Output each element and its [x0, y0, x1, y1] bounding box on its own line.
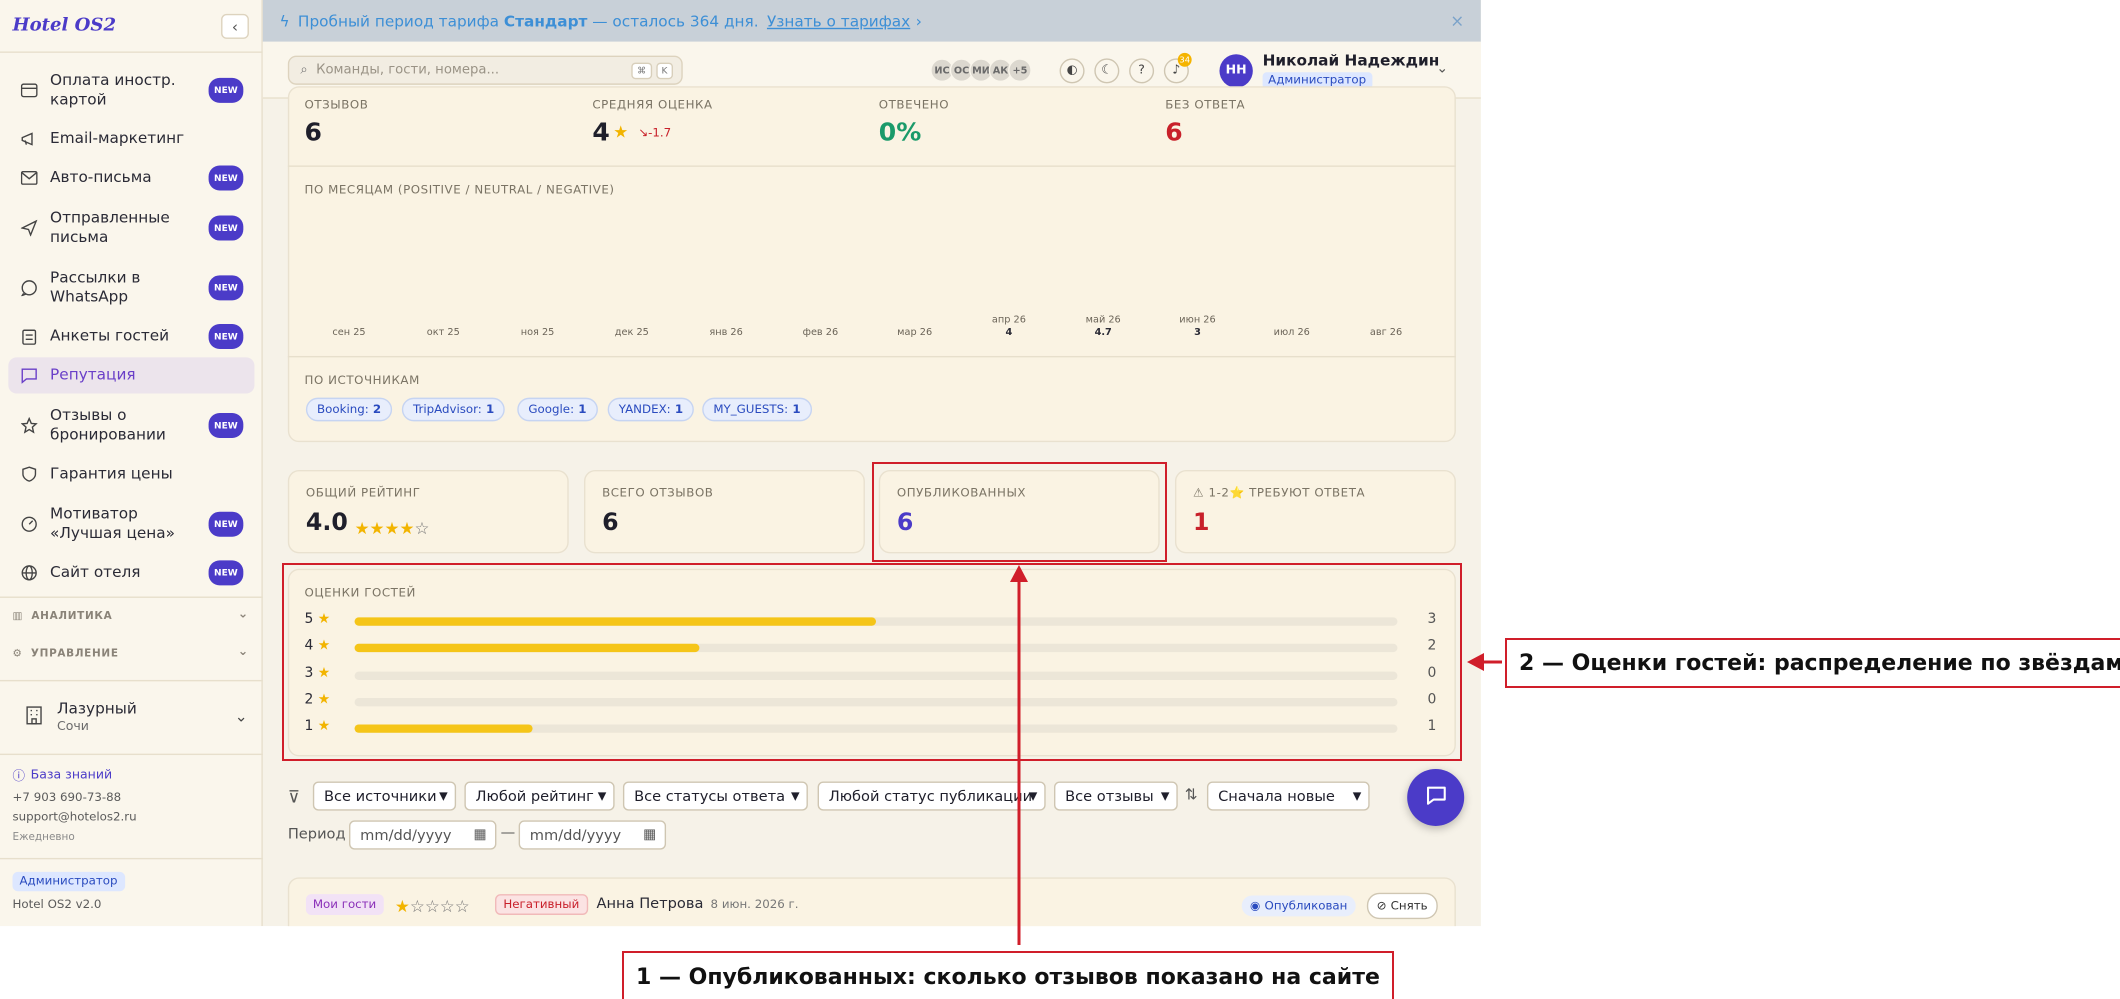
- annotation-arrows: [1010, 565, 1502, 945]
- annotation-label-1: 1 — Опубликованных: сколько отзывов пока…: [622, 951, 1394, 999]
- annotation-label-2: 2 — Оценки гостей: распределение по звёз…: [1505, 638, 2120, 688]
- arrow-head-2: [1467, 653, 1484, 671]
- arrow-head-1: [1010, 565, 1028, 582]
